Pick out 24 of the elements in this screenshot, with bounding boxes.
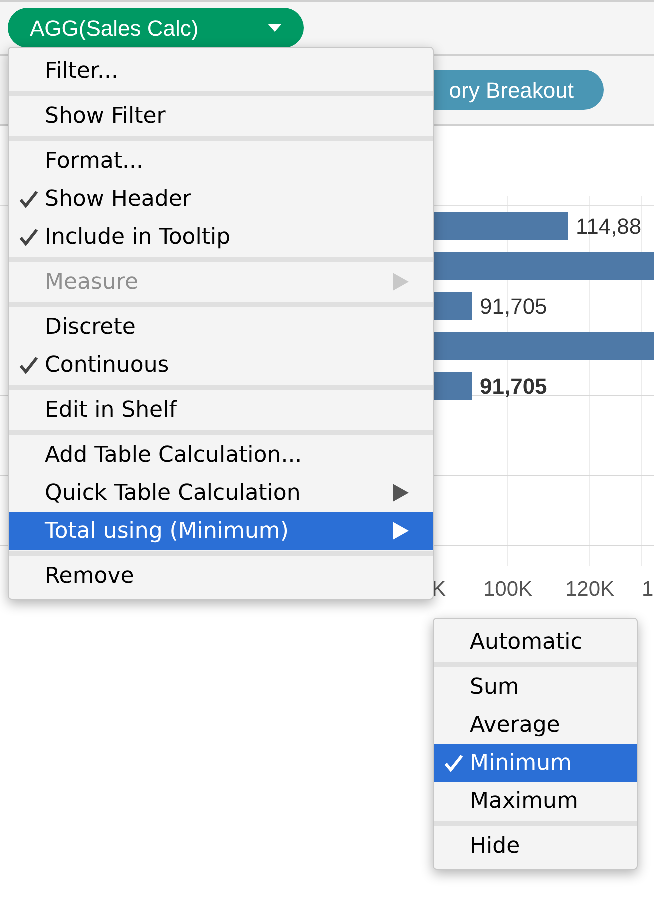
axis-tick-label: 120K: [565, 578, 615, 601]
menu-item[interactable]: Automatic: [434, 623, 637, 661]
field-pill[interactable]: AGG(Sales Calc): [8, 8, 304, 48]
caret-icon: [268, 24, 282, 32]
menu-item[interactable]: Quick Table Calculation: [9, 474, 433, 512]
menu-item[interactable]: Include in Tooltip: [9, 218, 433, 256]
menu-item[interactable]: Show Header: [9, 180, 433, 218]
menu-item[interactable]: Format...: [9, 142, 433, 180]
value-label: 114,88: [576, 214, 642, 239]
menu-item[interactable]: Remove: [9, 557, 433, 595]
menu-item[interactable]: Maximum: [434, 782, 637, 820]
menu-item[interactable]: Discrete: [9, 308, 433, 346]
value-label: 91,705: [480, 294, 548, 319]
menu-item[interactable]: Hide: [434, 827, 637, 865]
menu-item[interactable]: Edit in Shelf: [9, 391, 433, 429]
axis-tick-label: 100K: [483, 578, 533, 601]
menu-item[interactable]: Sum: [434, 668, 637, 706]
axis-tick-label: 1: [642, 578, 654, 601]
menu-item[interactable]: Continuous: [9, 346, 433, 384]
menu-item[interactable]: Minimum: [434, 744, 637, 782]
value-label: 91,705: [480, 374, 548, 399]
menu-item[interactable]: Total using (Minimum): [9, 512, 433, 550]
menu-item[interactable]: Add Table Calculation...: [9, 436, 433, 474]
menu-item[interactable]: Average: [434, 706, 637, 744]
